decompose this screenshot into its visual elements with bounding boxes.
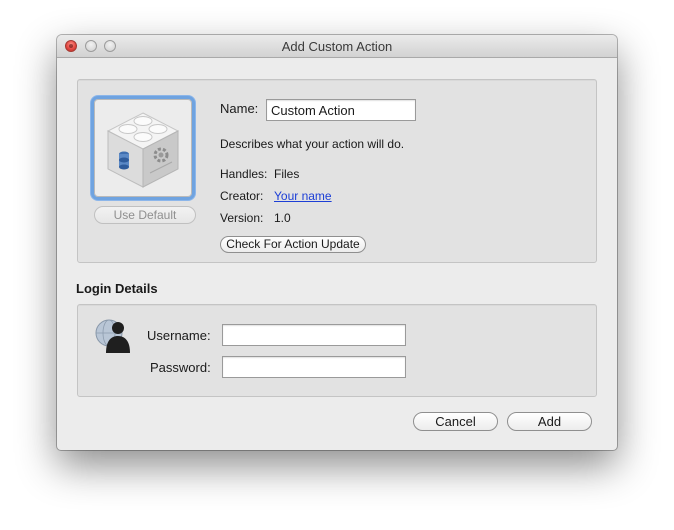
password-field[interactable]	[222, 356, 406, 378]
title-bar[interactable]: Add Custom Action	[57, 35, 617, 58]
check-for-update-button[interactable]: Check For Action Update	[220, 236, 366, 253]
version-value: 1.0	[274, 211, 291, 225]
handles-value: Files	[274, 167, 300, 181]
use-default-button[interactable]: Use Default	[94, 206, 196, 224]
action-name-field[interactable]: Custom Action	[266, 99, 416, 121]
action-description: Describes what your action will do.	[220, 137, 405, 151]
window-title: Add Custom Action	[281, 39, 393, 54]
user-silhouette-globe-icon	[95, 319, 130, 353]
creator-link[interactable]: Your name	[274, 189, 332, 203]
creator-label: Creator:	[220, 189, 264, 203]
lego-brick-gear-icon	[106, 112, 180, 188]
version-label: Version:	[220, 211, 264, 225]
cancel-button[interactable]: Cancel	[413, 412, 498, 431]
login-details-group: Username: Password:	[77, 304, 597, 397]
password-label: Password:	[150, 360, 211, 375]
name-label: Name:	[220, 101, 259, 116]
username-label: Username:	[147, 328, 211, 343]
login-details-heading: Login Details	[76, 281, 158, 296]
action-icon-well[interactable]	[91, 96, 195, 200]
username-field[interactable]	[222, 324, 406, 346]
action-info-group: Use Default Name: Custom Action Describe…	[77, 79, 597, 263]
add-custom-action-dialog: Add Custom Action Use Default Name: Cust…	[57, 35, 617, 450]
add-button[interactable]: Add	[507, 412, 592, 431]
handles-label: Handles:	[220, 167, 268, 181]
